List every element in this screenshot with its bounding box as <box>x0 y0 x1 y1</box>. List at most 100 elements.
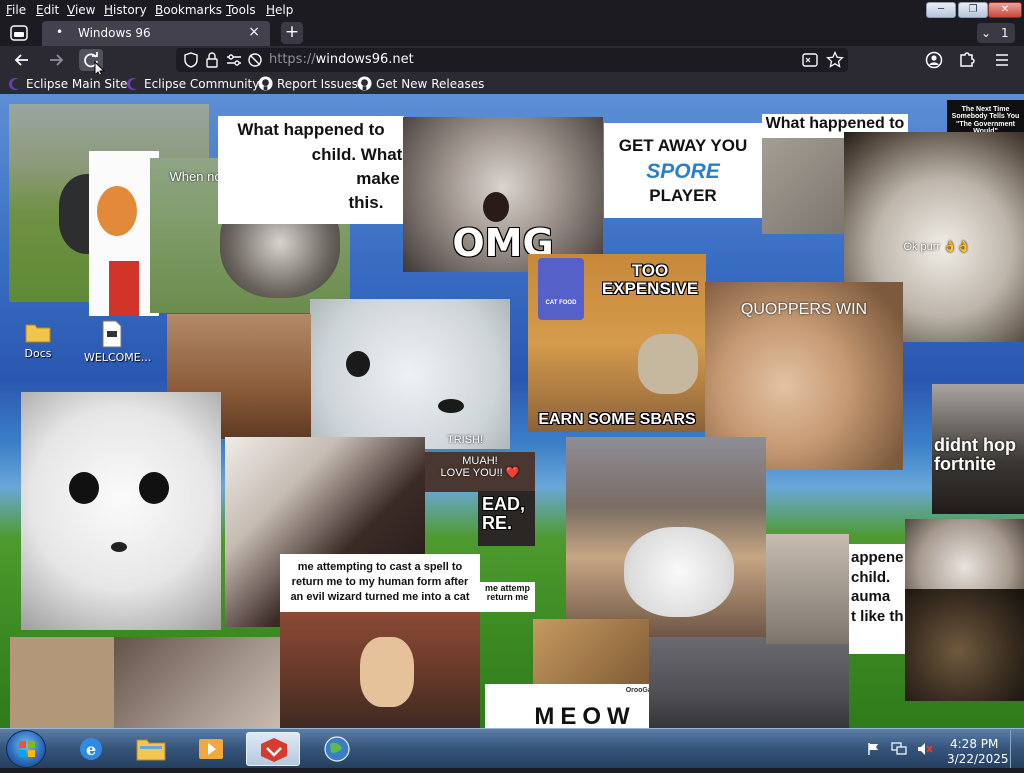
cat-eye <box>139 472 169 504</box>
extensions-button[interactable] <box>955 49 979 71</box>
desktop-icon-label: WELCOME... <box>84 351 152 364</box>
cat-food-bag: CAT FOOD <box>538 258 584 320</box>
tab-windows96[interactable]: • Windows 96 × <box>42 21 270 46</box>
close-tab-icon[interactable]: × <box>248 24 260 40</box>
browser-app-icon <box>261 738 287 762</box>
cat-nose <box>111 542 127 552</box>
meme-caption: this. <box>348 193 384 212</box>
taskbar-browser-active[interactable] <box>246 732 300 766</box>
meme-tile-what-happened: What happened to child. What make this. <box>218 116 404 224</box>
menu-edit[interactable]: Edit <box>36 2 59 18</box>
spore-logo-text: SPORE <box>646 160 720 183</box>
tracking-protection-shield-icon[interactable] <box>184 52 198 68</box>
eclipse-icon <box>127 78 140 90</box>
meme-tile: me attemp return me <box>480 582 535 612</box>
windows96-desktop[interactable]: Docs WELCOME... When no one get on Avail… <box>0 94 1024 728</box>
show-desktop-button[interactable] <box>1010 730 1020 768</box>
meme-tile-too-expensive: CAT FOOD TOO EXPENSIVE EARN SOME SBARS <box>528 254 706 432</box>
chevron-down-icon: ⌄ <box>981 26 992 40</box>
arrow-right-icon <box>50 54 64 66</box>
menu-view[interactable]: View <box>67 2 95 18</box>
meme-caption: me attempting to cast a spell to return … <box>290 561 470 603</box>
firefox-view-icon <box>10 25 28 41</box>
volume-muted-icon[interactable] <box>916 741 934 757</box>
permissions-icon[interactable] <box>226 53 242 67</box>
folder-icon <box>136 739 166 761</box>
account-button[interactable] <box>922 49 946 71</box>
navigation-toolbar: https://windows96.net <box>0 46 1024 79</box>
meme-tile <box>114 637 280 728</box>
menu-history[interactable]: History <box>104 2 147 18</box>
restore-button[interactable]: ❐ <box>958 2 988 18</box>
taskbar: e 4:28 PM 3/22/2025 <box>0 728 1024 768</box>
windows-logo-icon <box>19 741 35 757</box>
menubar: File Edit View History Bookmarks Tools H… <box>0 0 1024 20</box>
menu-help[interactable]: Help <box>266 2 293 18</box>
meme-caption: PLAYER <box>649 186 717 205</box>
meme-caption: TOO EXPENSIVE <box>601 261 699 298</box>
meme-tile <box>649 637 849 728</box>
meme-caption: What happened to <box>237 120 385 139</box>
clock-time[interactable]: 4:28 PM <box>950 737 998 751</box>
meme-tile <box>766 534 849 644</box>
cat-body <box>638 334 698 394</box>
lock-icon[interactable] <box>205 52 219 68</box>
network-icon[interactable] <box>890 741 908 757</box>
meme-caption: Ok purr 👌👌 <box>903 241 971 253</box>
meme-tile-what-happened-3: appene child. auma t like th <box>849 544 909 654</box>
meme-caption: MUAH! LOVE YOU!! ❤️ <box>440 455 520 479</box>
tab-favicon: • <box>56 25 64 39</box>
folder-icon <box>25 324 51 343</box>
meme-tile <box>566 437 766 637</box>
meme-caption: make <box>356 169 400 188</box>
clock-date[interactable]: 3/22/2025 <box>947 752 1009 766</box>
meme-tile <box>905 589 1024 701</box>
desktop-icon-label: Docs <box>24 347 52 360</box>
taskbar-internet-explorer[interactable]: e <box>64 732 118 766</box>
bookmark-star-icon[interactable] <box>826 51 844 69</box>
meme-caption: EARN SOME SBARS <box>538 411 696 428</box>
app-menu-button[interactable] <box>990 49 1014 71</box>
autoplay-blocked-icon[interactable] <box>247 52 263 68</box>
bookmark-label: Get New Releases <box>376 77 485 91</box>
meme-tile <box>10 637 114 728</box>
close-window-button[interactable]: ✕ <box>988 2 1022 18</box>
url-bar[interactable]: https://windows96.net <box>176 48 848 72</box>
minimize-button[interactable]: ─ <box>926 2 956 18</box>
bookmark-eclipse-community[interactable]: Eclipse Community <box>126 76 259 92</box>
taskbar-globe-app[interactable] <box>310 732 364 766</box>
firefox-view-button[interactable] <box>8 23 30 43</box>
svg-text:e: e <box>86 740 96 759</box>
tab-strip: • Windows 96 × + ⌄ 1 <box>0 20 1024 46</box>
meme-tile-muah: MUAH! LOVE YOU!! ❤️ <box>425 452 535 492</box>
meme-caption: The Next Time Somebody Tells You "The Go… <box>951 106 1020 135</box>
meme-caption: QUOPPERS WIN <box>740 301 868 318</box>
meme-tile-snow: TRISH! <box>310 299 510 449</box>
reader-view-icon[interactable] <box>802 52 818 68</box>
desktop-icon-docs[interactable]: Docs <box>10 320 66 360</box>
menu-tools[interactable]: Tools <box>226 2 256 18</box>
cat-food-label: CAT FOOD <box>545 300 577 306</box>
bookmark-get-new-releases[interactable]: Get New Releases <box>357 76 484 92</box>
menu-file[interactable]: File <box>6 2 26 18</box>
tab-count: 1 <box>1001 26 1009 40</box>
menu-bookmarks[interactable]: Bookmarks <box>155 2 222 18</box>
desktop-icon-welcome[interactable]: WELCOME... <box>84 320 152 364</box>
bookmark-eclipse-main-site[interactable]: Eclipse Main Site <box>8 76 127 92</box>
taskbar-file-explorer[interactable] <box>124 732 178 766</box>
meme-tile <box>533 619 649 689</box>
meme-caption: me attemp return me <box>484 583 530 603</box>
meme-caption: EAD, RE. <box>482 494 526 533</box>
taskbar-media-player[interactable] <box>184 732 238 766</box>
system-tray: 4:28 PM 3/22/2025 <box>860 730 1020 768</box>
list-all-tabs-button[interactable]: ⌄ 1 <box>977 23 1015 43</box>
github-icon <box>357 76 372 91</box>
meme-tile-white-cat <box>21 392 221 630</box>
forward-button[interactable] <box>44 49 68 71</box>
new-tab-button[interactable]: + <box>281 22 303 44</box>
back-button[interactable] <box>10 49 34 71</box>
cat-eye <box>69 472 99 504</box>
start-button[interactable] <box>6 730 46 768</box>
action-center-flag-icon[interactable] <box>866 741 882 757</box>
bookmark-report-issues[interactable]: Report Issues <box>258 76 358 92</box>
